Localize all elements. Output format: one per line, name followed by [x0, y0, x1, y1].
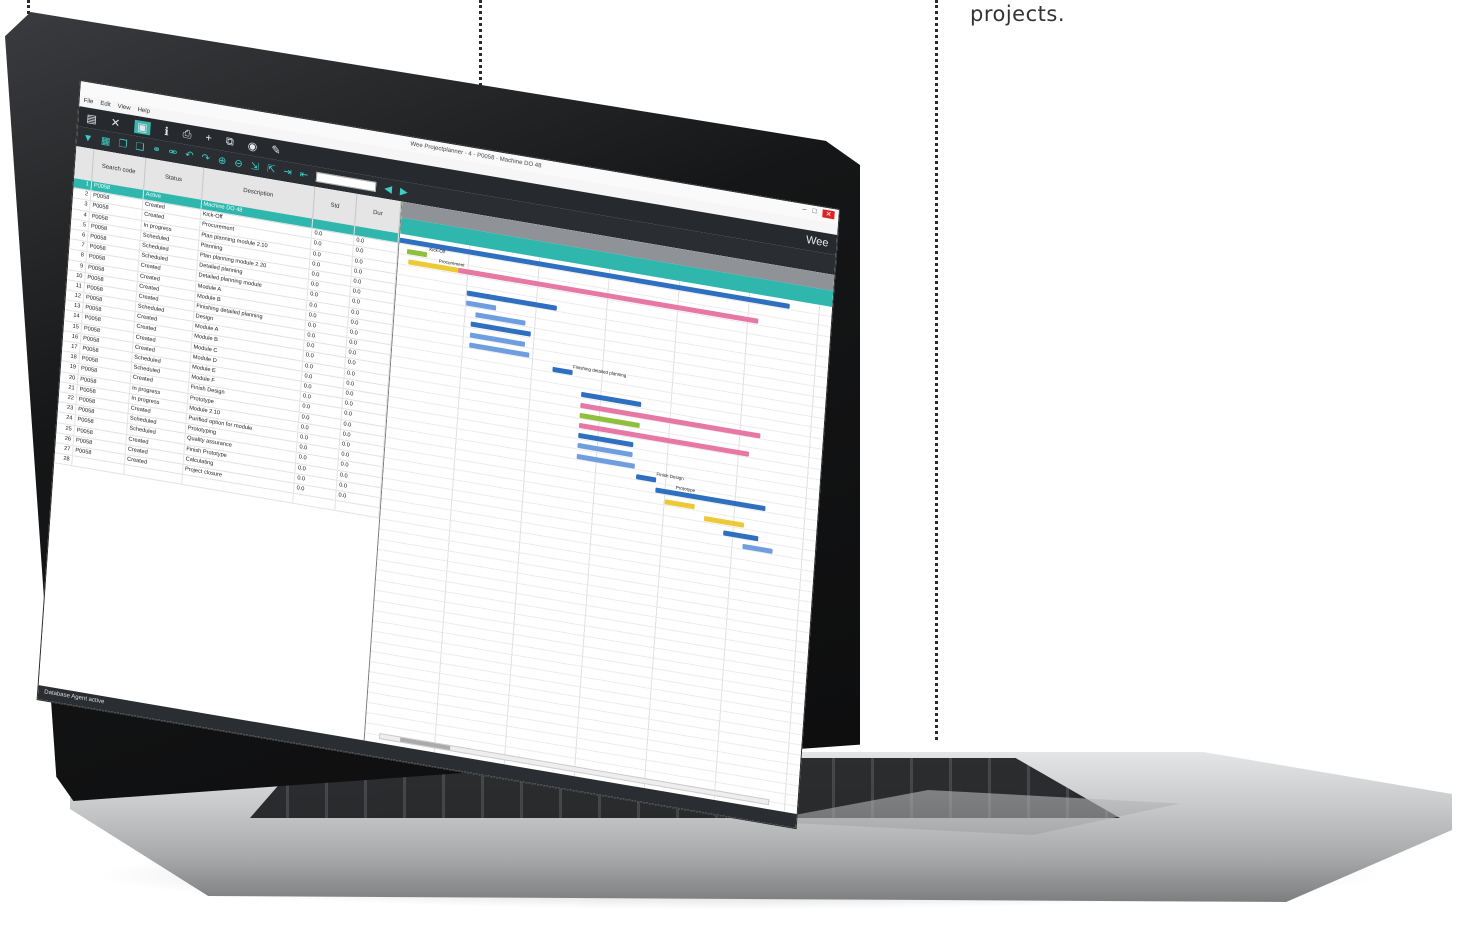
gantt-chart[interactable]: Kick-Off Procurement Finishing detailed pl… — [364, 201, 835, 815]
redo-icon[interactable]: ↷ — [201, 152, 210, 164]
outdent-icon[interactable]: ⇤ — [300, 169, 309, 181]
edit-icon[interactable]: ✎ — [271, 142, 281, 157]
brand-logo: Wee — [805, 233, 829, 250]
add-icon[interactable]: + — [205, 132, 212, 145]
copy-row-icon[interactable]: ❐ — [118, 138, 128, 151]
row-number: 28 — [54, 453, 73, 466]
unlink-icon[interactable]: ⚮ — [168, 146, 177, 158]
filter-icon[interactable]: ▼ — [83, 132, 94, 145]
indent-icon[interactable]: ⇥ — [283, 166, 292, 178]
expand-icon[interactable]: ⇲ — [250, 160, 259, 172]
dotted-guide-right — [935, 0, 938, 740]
link-icon[interactable]: ⚭ — [152, 143, 161, 155]
table-icon[interactable]: ▦ — [101, 135, 111, 148]
menu-edit[interactable]: Edit — [100, 101, 111, 110]
copy-icon[interactable]: ⧉ — [225, 135, 235, 149]
paste-icon[interactable]: ❏ — [135, 141, 145, 154]
menu-view[interactable]: View — [117, 104, 130, 113]
task-grid: Search code Status Description Std Dur 1… — [38, 146, 403, 741]
undo-icon[interactable]: ↶ — [185, 149, 194, 161]
collapse-icon[interactable]: ⇱ — [267, 163, 276, 175]
close-icon[interactable]: ✕ — [110, 115, 120, 130]
info-icon[interactable]: ℹ — [164, 124, 169, 138]
header-no — [74, 146, 95, 182]
zoom-out-icon[interactable]: ⊖ — [234, 157, 243, 169]
dotted-guide-left — [27, 0, 30, 14]
prev-icon[interactable]: ◀ — [384, 183, 392, 195]
grid-rows: 1 P0058 Active Machine DO 48 2 P0058 Created Ki… — [54, 178, 400, 519]
zoom-in-icon[interactable]: ⊕ — [218, 155, 227, 167]
eye-icon[interactable]: ◉ — [247, 138, 258, 153]
menu-help[interactable]: Help — [137, 107, 150, 116]
menu-file[interactable]: File — [83, 98, 93, 107]
print-icon[interactable]: ⎙ — [182, 127, 192, 141]
maximize-icon[interactable]: □ — [812, 208, 817, 217]
caption-text: projects. — [970, 2, 1066, 26]
gantt-grid — [364, 233, 833, 815]
view-icon[interactable]: ▣ — [133, 119, 151, 135]
laptop-screen: Wee Projectplanner - 4 - P0058 - Machine… — [36, 80, 841, 830]
next-icon[interactable]: ▶ — [400, 186, 408, 198]
close-window-icon[interactable]: ✕ — [822, 209, 835, 220]
dotted-guide-center — [479, 0, 482, 92]
minimize-icon[interactable]: – — [802, 206, 806, 215]
save-icon[interactable]: ▤ — [86, 111, 97, 126]
